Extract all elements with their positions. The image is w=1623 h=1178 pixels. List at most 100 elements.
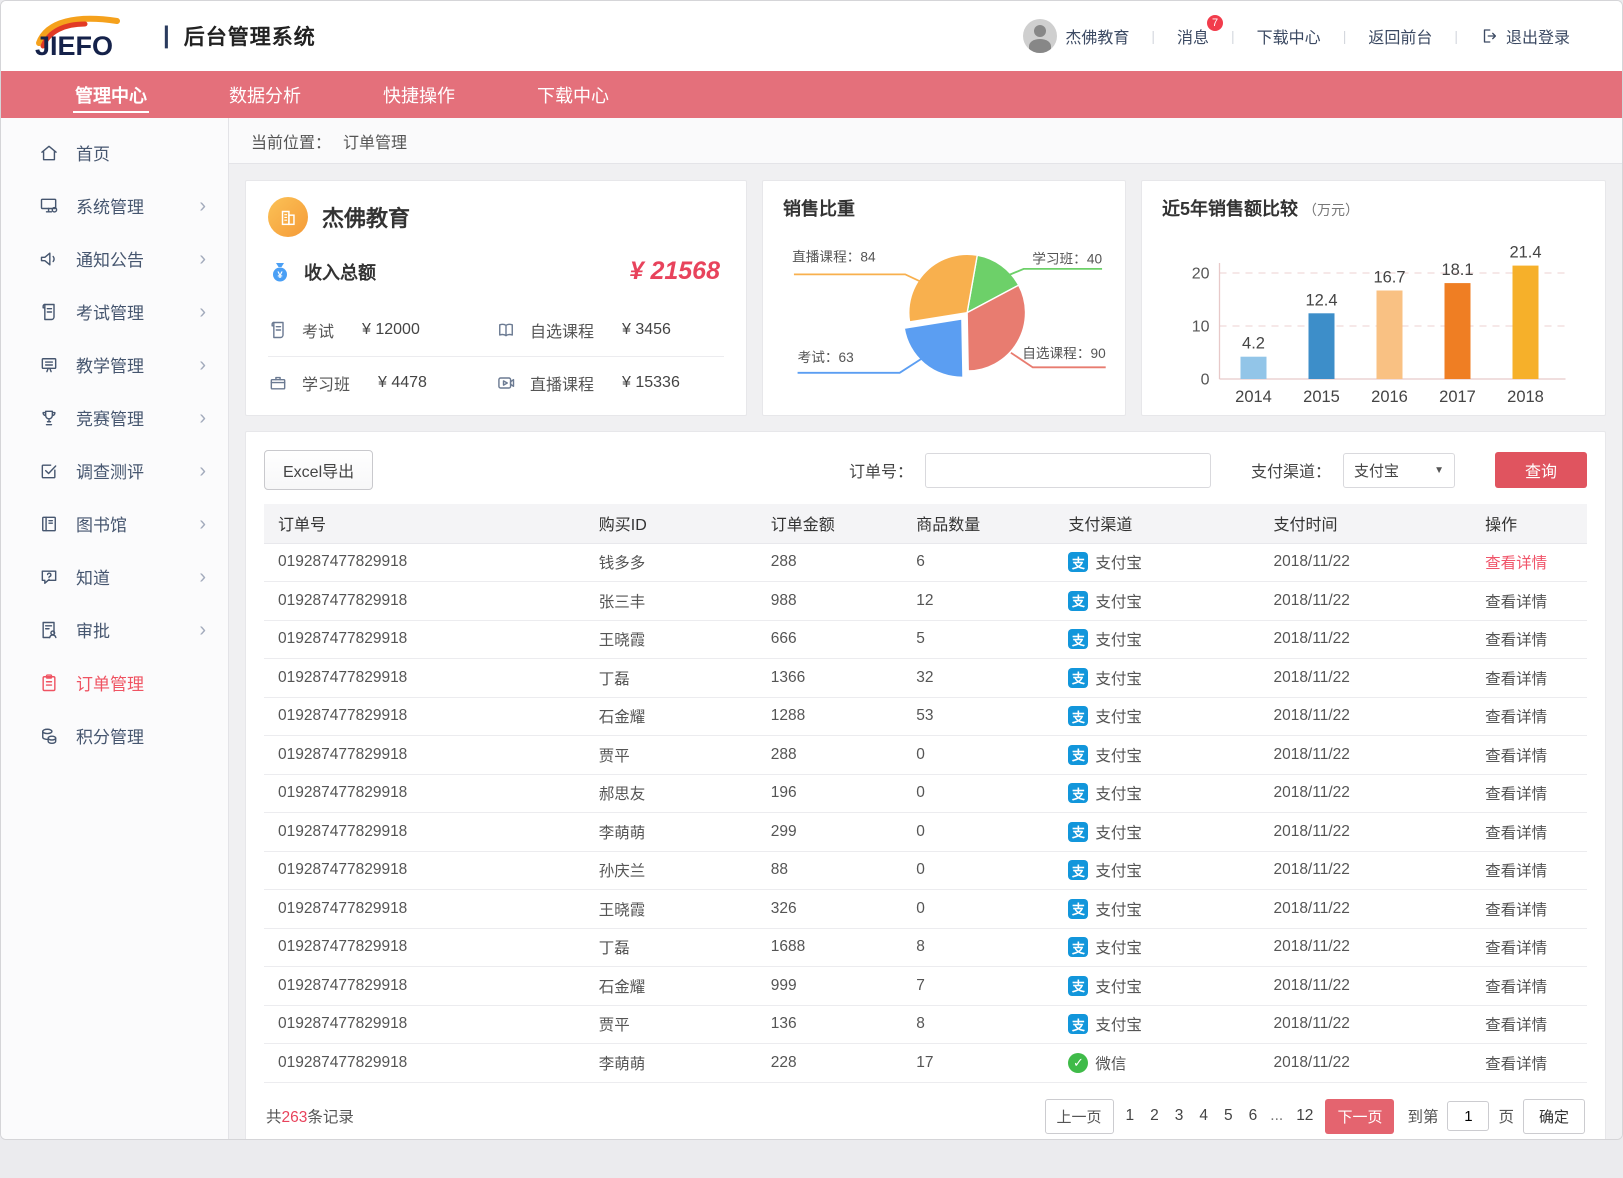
goto-page-input[interactable] xyxy=(1447,1101,1489,1131)
next-page-button[interactable]: 下一页 xyxy=(1325,1099,1394,1134)
nav-tab-数据分析[interactable]: 数据分析 xyxy=(225,71,305,118)
cell-qty: 17 xyxy=(912,1044,1064,1083)
view-detail-link[interactable]: 查看详情 xyxy=(1485,1056,1547,1073)
nav-tab-快捷操作[interactable]: 快捷操作 xyxy=(379,71,459,118)
x-tick-label: 2014 xyxy=(1235,388,1272,406)
page-number-3[interactable]: 3 xyxy=(1172,1107,1187,1125)
table-row: 019287477829918李萌萌2990支支付宝2018/11/22查看详情 xyxy=(264,813,1587,852)
table-header-row: 订单号购买ID订单金额商品数量支付渠道支付时间操作 xyxy=(264,504,1587,543)
cell-time: 2018/11/22 xyxy=(1269,620,1481,659)
cell-buyer: 王晓霞 xyxy=(595,890,767,929)
channel-name: 支付宝 xyxy=(1095,590,1142,612)
cell-order-no: 019287477829918 xyxy=(264,543,595,582)
user-menu[interactable]: 杰佛教育 xyxy=(1001,19,1151,53)
y-tick-label: 0 xyxy=(1201,372,1210,389)
sidebar-item-教学管理[interactable]: 教学管理› xyxy=(1,338,228,391)
cell-time: 2018/11/22 xyxy=(1269,543,1481,582)
cell-order-no: 019287477829918 xyxy=(264,1044,595,1083)
cell-order-no: 019287477829918 xyxy=(264,851,595,890)
trophy-icon xyxy=(39,408,59,428)
income-item-label: 学习班 xyxy=(302,371,350,395)
page-number-5[interactable]: 5 xyxy=(1221,1107,1236,1125)
sidebar-item-通知公告[interactable]: 通知公告› xyxy=(1,232,228,285)
sidebar-item-知道[interactable]: 知道› xyxy=(1,550,228,603)
sidebar-item-label: 通知公告 xyxy=(76,246,144,271)
nav-tab-管理中心[interactable]: 管理中心 xyxy=(71,71,151,118)
chevron-right-icon: › xyxy=(199,355,206,375)
logout-link[interactable]: 退出登录 xyxy=(1458,24,1592,48)
sidebar-item-图书馆[interactable]: 图书馆› xyxy=(1,497,228,550)
sidebar-item-审批[interactable]: 审批› xyxy=(1,603,228,656)
channel-name: 支付宝 xyxy=(1095,898,1142,920)
download-center-link[interactable]: 下载中心 xyxy=(1235,24,1343,48)
logout-icon xyxy=(1480,27,1498,45)
points-icon xyxy=(39,726,59,746)
search-button[interactable]: 查询 xyxy=(1495,452,1587,488)
view-detail-link[interactable]: 查看详情 xyxy=(1485,825,1547,842)
sidebar-item-调查测评[interactable]: 调查测评› xyxy=(1,444,228,497)
back-to-front-link[interactable]: 返回前台 xyxy=(1346,24,1454,48)
page-number-6[interactable]: 6 xyxy=(1246,1107,1261,1125)
view-detail-link[interactable]: 查看详情 xyxy=(1485,594,1547,611)
bar-value-label: 18.1 xyxy=(1441,261,1473,279)
view-detail-link[interactable]: 查看详情 xyxy=(1485,1017,1547,1034)
messages-badge: 7 xyxy=(1207,15,1223,31)
sidebar-item-系统管理[interactable]: 系统管理› xyxy=(1,179,228,232)
pie-slice-考试 xyxy=(904,319,963,377)
view-detail-link[interactable]: 查看详情 xyxy=(1485,671,1547,688)
channel-name: 支付宝 xyxy=(1095,821,1142,843)
order-no-input[interactable] xyxy=(925,453,1211,488)
view-detail-link[interactable]: 查看详情 xyxy=(1485,632,1547,649)
sidebar-item-竞赛管理[interactable]: 竞赛管理› xyxy=(1,391,228,444)
page-number-1[interactable]: 1 xyxy=(1123,1107,1138,1125)
page-number-12[interactable]: 12 xyxy=(1293,1107,1316,1125)
channel-name: 支付宝 xyxy=(1095,859,1142,881)
income-item-自选课程: 自选课程¥ 3456 xyxy=(496,304,724,356)
messages-link[interactable]: 消息 7 xyxy=(1155,24,1231,48)
exam-icon xyxy=(39,302,59,322)
prev-page-button[interactable]: 上一页 xyxy=(1045,1099,1114,1134)
excel-export-button[interactable]: Excel导出 xyxy=(264,450,373,490)
cell-qty: 0 xyxy=(912,813,1064,852)
view-detail-link[interactable]: 查看详情 xyxy=(1485,748,1547,765)
goto-suffix: 页 xyxy=(1498,1105,1514,1127)
cell-time: 2018/11/22 xyxy=(1269,736,1481,775)
view-detail-link[interactable]: 查看详情 xyxy=(1485,902,1547,919)
sidebar-item-首页[interactable]: 首页 xyxy=(1,126,228,179)
sidebar-item-label: 首页 xyxy=(76,140,110,165)
pagination-controls: 上一页 123456...12 下一页 到第 页 确定 xyxy=(1045,1099,1586,1134)
sidebar-item-考试管理[interactable]: 考试管理› xyxy=(1,285,228,338)
x-tick-label: 2018 xyxy=(1507,388,1544,406)
pie-chart-title: 销售比重 xyxy=(783,195,1113,221)
cell-time: 2018/11/22 xyxy=(1269,928,1481,967)
nav-tab-下载中心[interactable]: 下载中心 xyxy=(533,71,613,118)
cell-amount: 326 xyxy=(767,890,913,929)
cell-channel: 支支付宝 xyxy=(1068,975,1265,997)
alipay-icon: 支 xyxy=(1068,1014,1088,1034)
cell-qty: 0 xyxy=(912,890,1064,929)
sales-compare-card: 近5年销售额比较 （万元） 010204.2201412.4201516.720… xyxy=(1141,180,1606,416)
view-detail-link[interactable]: 查看详情 xyxy=(1485,709,1547,726)
main-content: 当前位置： 订单管理 杰佛教育 xyxy=(229,118,1622,1140)
pie-label-学习班: 学习班：40 xyxy=(1032,251,1102,266)
alipay-icon: 支 xyxy=(1068,706,1088,726)
table-row: 019287477829918丁磊16888支支付宝2018/11/22查看详情 xyxy=(264,928,1587,967)
view-detail-link[interactable]: 查看详情 xyxy=(1485,863,1547,880)
sidebar-item-积分管理[interactable]: 积分管理 xyxy=(1,709,228,762)
cell-amount: 988 xyxy=(767,582,913,621)
view-detail-link[interactable]: 查看详情 xyxy=(1485,555,1547,572)
view-detail-link[interactable]: 查看详情 xyxy=(1485,786,1547,803)
cell-order-no: 019287477829918 xyxy=(264,659,595,698)
cell-time: 2018/11/22 xyxy=(1269,697,1481,736)
alipay-icon: 支 xyxy=(1068,783,1088,803)
sidebar-item-订单管理[interactable]: 订单管理 xyxy=(1,656,228,709)
cell-qty: 32 xyxy=(912,659,1064,698)
view-detail-link[interactable]: 查看详情 xyxy=(1485,979,1547,996)
view-detail-link[interactable]: 查看详情 xyxy=(1485,940,1547,957)
page-number-2[interactable]: 2 xyxy=(1147,1107,1162,1125)
page-number-4[interactable]: 4 xyxy=(1196,1107,1211,1125)
goto-confirm-button[interactable]: 确定 xyxy=(1523,1099,1585,1134)
cell-time: 2018/11/22 xyxy=(1269,659,1481,698)
exam-icon xyxy=(268,320,288,340)
pay-channel-select[interactable]: 支付宝 ▼ xyxy=(1343,453,1455,488)
